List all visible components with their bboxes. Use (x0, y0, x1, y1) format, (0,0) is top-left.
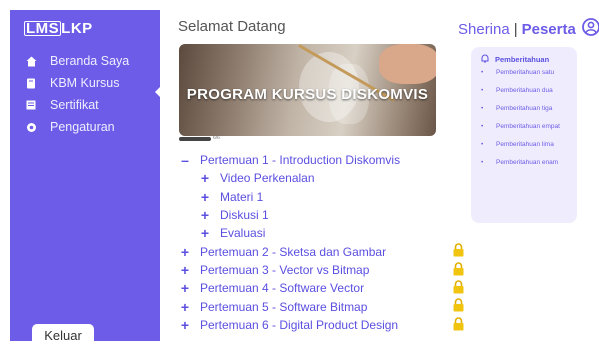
sidebar-item-label: KBM Kursus (50, 76, 120, 90)
notification-text: Pemberitahuan satu (496, 69, 555, 76)
bullet: • (481, 159, 484, 166)
notification-text: Pemberitahuan enam (496, 159, 559, 166)
active-indicator (155, 86, 161, 98)
meeting-label[interactable]: Pertemuan 6 - Digital Product Design (200, 318, 398, 332)
expand-icon[interactable]: + (198, 207, 212, 223)
lock-icon (453, 280, 464, 297)
page-title: Selamat Datang (178, 18, 286, 35)
meeting-sub-item[interactable]: + Diskusi 1 (178, 206, 478, 224)
meeting-sub-item[interactable]: + Video Perkenalan (178, 169, 478, 187)
meeting-row-1[interactable]: – Pertemuan 1 - Introduction Diskomvis (178, 151, 478, 169)
certificate-icon (24, 100, 38, 110)
logo-box-text: LMS (24, 20, 62, 37)
meeting-row-3[interactable]: + Pertemuan 3 - Vector vs Bitmap (178, 261, 478, 279)
notification-item[interactable]: • Pemberitahuan dua (481, 85, 571, 96)
sidebar-item-label: Beranda Saya (50, 54, 130, 68)
notification-list: • Pemberitahuan satu • Pemberitahuan dua •… (481, 67, 571, 175)
user-info[interactable]: Sherina | Peserta (458, 18, 599, 40)
user-separator: | (513, 20, 518, 38)
expand-icon[interactable]: + (198, 170, 212, 186)
sidebar-item-pengaturan[interactable]: Pengaturan (24, 116, 129, 138)
sidebar-item-label: Sertifikat (50, 98, 99, 112)
lock-icon (453, 316, 464, 334)
meeting-sub-label[interactable]: Video Perkenalan (220, 171, 315, 185)
logout-button[interactable]: Keluar (32, 324, 94, 346)
meeting-sub-label[interactable]: Diskusi 1 (220, 208, 269, 222)
course-banner-title: PROGRAM KURSUS DISKOMVIS (186, 86, 429, 103)
meeting-sub-item[interactable]: + Materi 1 (178, 188, 478, 206)
bullet: • (481, 87, 484, 94)
lock-icon (453, 262, 464, 279)
meeting-label[interactable]: Pertemuan 5 - Software Bitmap (200, 300, 367, 314)
collapse-icon[interactable]: – (178, 152, 192, 168)
expand-icon[interactable]: + (178, 299, 192, 315)
sidebar-nav: Beranda Saya KBM Kursus Sertifikat Penga… (24, 50, 129, 138)
course-progress-label: 6/6 (213, 135, 220, 141)
sidebar-item-beranda-saya[interactable]: Beranda Saya (24, 50, 129, 72)
sidebar-item-sertifikat[interactable]: Sertifikat (24, 94, 129, 116)
app-logo[interactable]: LMS LKP (24, 20, 93, 37)
home-icon (24, 56, 38, 67)
bullet: • (481, 123, 484, 130)
expand-icon[interactable]: + (198, 225, 212, 241)
logo-text: LKP (61, 20, 93, 37)
meeting-row-4[interactable]: + Pertemuan 4 - Software Vector (178, 279, 478, 297)
expand-icon[interactable]: + (198, 189, 212, 205)
expand-icon[interactable]: + (178, 262, 192, 278)
course-progress-bar (179, 137, 211, 141)
meeting-label[interactable]: Pertemuan 4 - Software Vector (200, 281, 364, 295)
course-progress-fill (179, 137, 211, 141)
expand-icon[interactable]: + (178, 280, 192, 296)
notification-text: Pemberitahuan lima (496, 141, 554, 148)
user-avatar-icon[interactable] (581, 18, 599, 40)
meeting-list: – Pertemuan 1 - Introduction Diskomvis +… (178, 151, 478, 334)
notification-item[interactable]: • Pemberitahuan enam (481, 157, 571, 168)
expand-icon[interactable]: + (178, 244, 192, 260)
user-name: Sherina (458, 20, 510, 38)
gear-icon (24, 122, 38, 133)
book-icon (24, 78, 38, 89)
lock-icon (453, 298, 464, 315)
meeting-sub-label[interactable]: Evaluasi (220, 226, 265, 240)
sidebar: LMS LKP Beranda Saya KBM Kursus Sertifika… (10, 10, 161, 346)
expand-icon[interactable]: + (178, 317, 192, 333)
meeting-label[interactable]: Pertemuan 2 - Sketsa dan Gambar (200, 245, 386, 259)
meeting-label[interactable]: Pertemuan 3 - Vector vs Bitmap (200, 263, 369, 277)
notification-item[interactable]: • Pemberitahuan lima (481, 139, 571, 150)
notification-header: Pemberitahuan (481, 54, 549, 65)
sidebar-item-kbm-kursus[interactable]: KBM Kursus (24, 72, 129, 94)
notification-text: Pemberitahuan dua (496, 87, 553, 94)
meeting-row-2[interactable]: + Pertemuan 2 - Sketsa dan Gambar (178, 242, 478, 260)
notification-item[interactable]: • Pemberitahuan empat (481, 121, 571, 132)
sidebar-item-label: Pengaturan (50, 120, 115, 134)
notification-title: Pemberitahuan (495, 55, 550, 64)
notification-text: Pemberitahuan tiga (496, 105, 553, 112)
notification-item[interactable]: • Pemberitahuan satu (481, 67, 571, 78)
bullet: • (481, 105, 484, 112)
banner-hand (379, 44, 436, 84)
meeting-row-6[interactable]: + Pertemuan 6 - Digital Product Design (178, 316, 478, 334)
user-role: Peserta (521, 20, 576, 38)
meeting-sub-label[interactable]: Materi 1 (220, 190, 263, 204)
course-banner[interactable]: PROGRAM KURSUS DISKOMVIS (179, 44, 436, 136)
meeting-label[interactable]: Pertemuan 1 - Introduction Diskomvis (200, 153, 400, 167)
bell-icon (481, 54, 489, 65)
lock-icon (453, 243, 464, 260)
notification-panel: Pemberitahuan • Pemberitahuan satu • Pembe… (471, 47, 577, 223)
meeting-sub-item[interactable]: + Evaluasi (178, 224, 478, 242)
notification-item[interactable]: • Pemberitahuan tiga (481, 103, 571, 114)
bullet: • (481, 141, 484, 148)
bullet: • (481, 69, 484, 76)
meeting-row-5[interactable]: + Pertemuan 5 - Software Bitmap (178, 297, 478, 315)
notification-text: Pemberitahuan empat (496, 123, 560, 130)
